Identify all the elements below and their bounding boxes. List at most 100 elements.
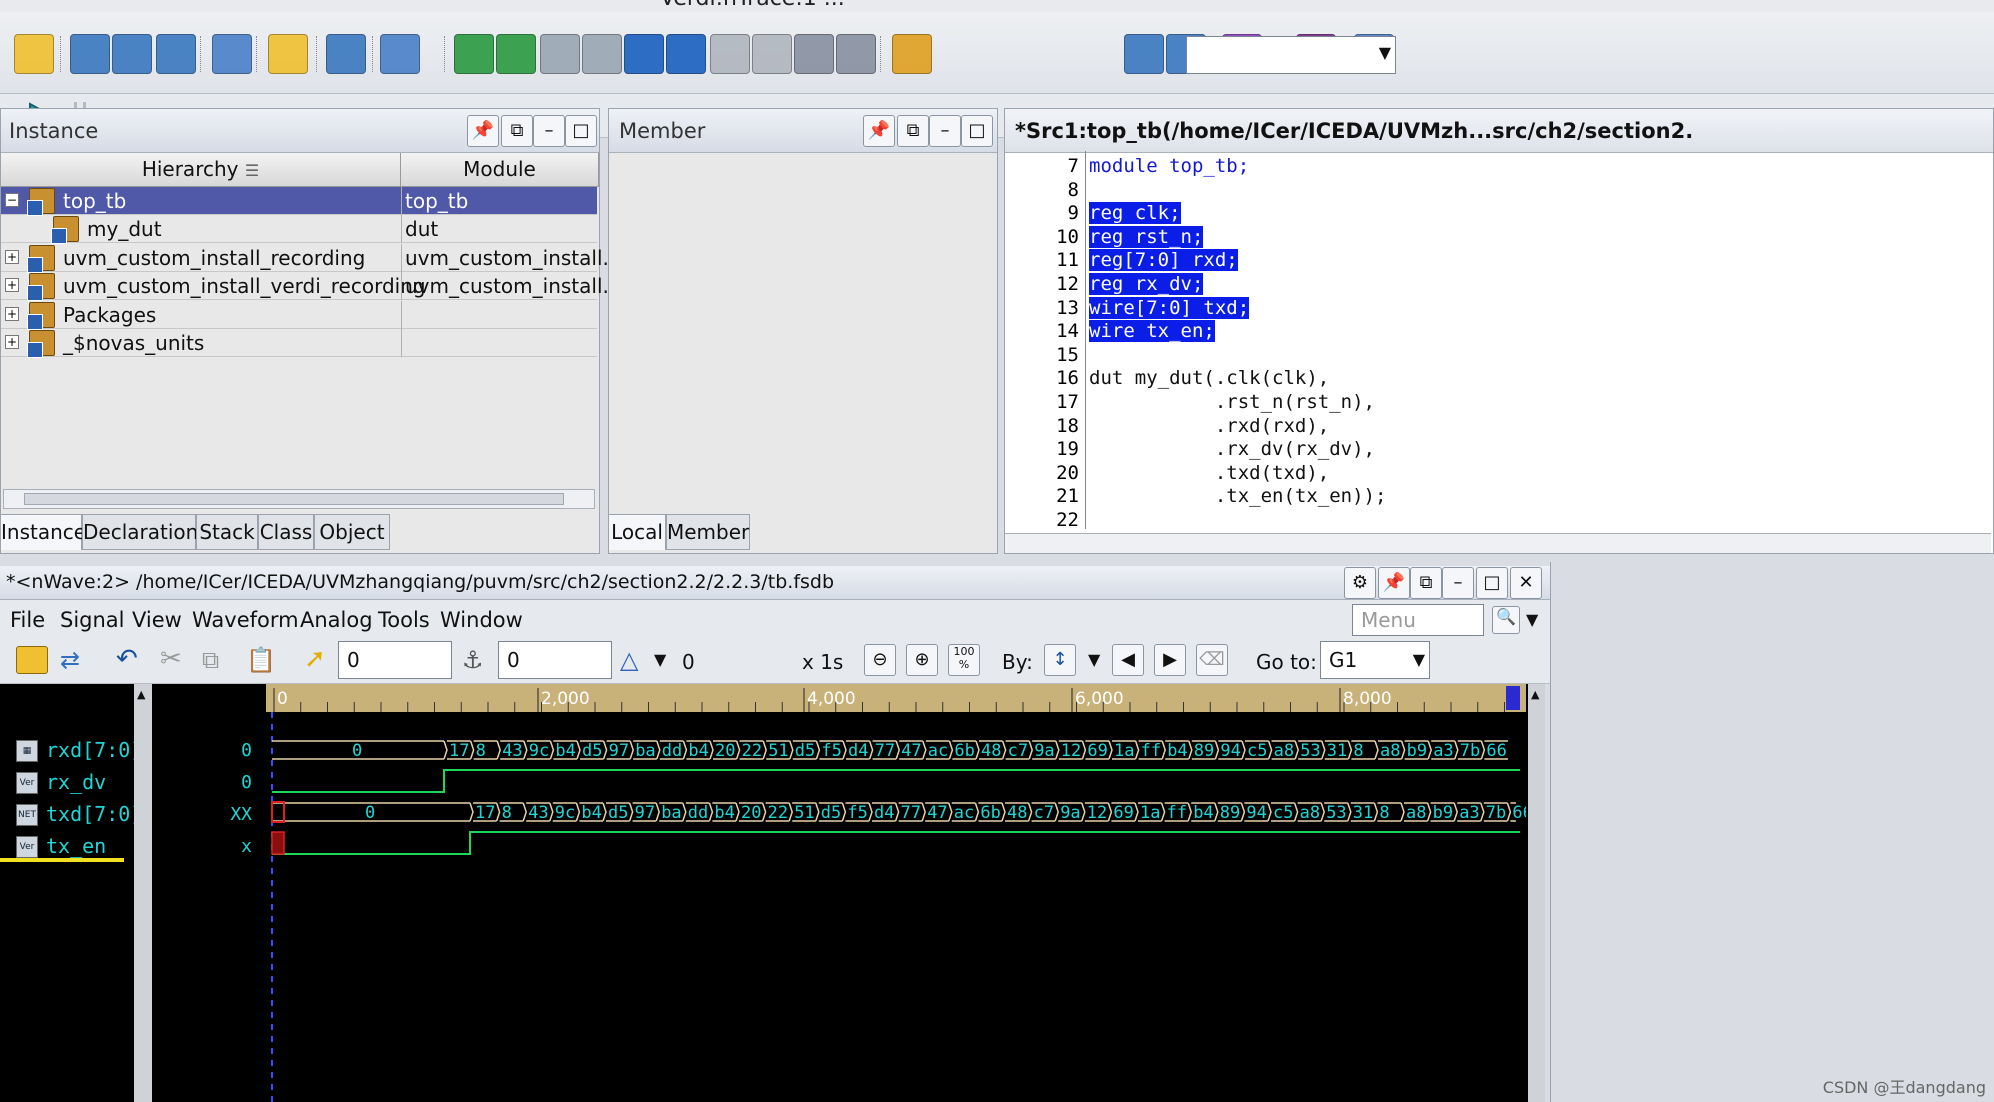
forward-icon[interactable] [582, 34, 622, 74]
search-by-icon[interactable]: ↕ [1044, 644, 1076, 676]
chevron-down-icon[interactable]: ▼ [1379, 43, 1391, 62]
chevron-down-icon[interactable]: ▼ [654, 650, 666, 669]
signal-name[interactable]: rx_dv [46, 770, 106, 794]
menu-window[interactable]: Window [440, 608, 523, 632]
tab-local[interactable]: Local [608, 514, 666, 550]
chevron-down-icon[interactable]: ▼ [1088, 650, 1100, 669]
signal-scrollbar[interactable]: ▲ [134, 684, 152, 1102]
pin-icon[interactable]: 📌 [467, 115, 499, 147]
document-icon[interactable] [380, 34, 420, 74]
expand-toggle-icon[interactable]: + [5, 335, 19, 349]
driver-d-icon[interactable] [624, 34, 664, 74]
menu-file[interactable]: File [10, 608, 45, 632]
source-code-view[interactable]: 7 module top_tb; 8 9 reg clk; 10 reg rst_n; 11 r… [1005, 151, 1991, 531]
down-icon[interactable] [752, 34, 792, 74]
expand-toggle-icon[interactable]: + [5, 306, 19, 321]
undock-icon[interactable]: ⧉ [501, 115, 533, 147]
scroll-up-icon[interactable]: ▲ [1531, 688, 1539, 701]
signal-name[interactable]: tx_en [46, 834, 106, 858]
undock-icon[interactable]: ⧉ [897, 115, 929, 147]
hierarchy-row[interactable]: − top_tb top_tb [1, 187, 597, 216]
column-header-hierarchy[interactable]: Hierarchy ☰ [1, 153, 401, 187]
chevron-down-icon[interactable]: ▼ [1413, 650, 1425, 669]
expand-toggle-icon[interactable]: + [5, 249, 19, 264]
waveform-canvas[interactable]: 0 2,000 4,000 6,000 8,000 0 17 8 43 9c b4 d5 97 ba dd b… [266, 684, 1586, 1102]
trace-driver-icon[interactable] [496, 34, 536, 74]
paste-icon[interactable]: 📋 [246, 646, 276, 674]
push-icon[interactable] [794, 34, 834, 74]
hierarchy-row[interactable]: + uvm_custom_install_verdi_recording uvm_c… [1, 272, 622, 302]
tab-class[interactable]: Class [258, 514, 314, 550]
marker-time-input[interactable]: 0 [498, 641, 612, 679]
minimize-icon[interactable]: – [1442, 567, 1474, 599]
edit-icon[interactable] [326, 34, 366, 74]
schematic-icon[interactable] [112, 34, 152, 74]
menu-view[interactable]: View [132, 608, 182, 632]
search-icon[interactable] [1124, 34, 1164, 74]
cursor-pointer-icon[interactable]: ➚ [304, 644, 326, 674]
bookmark-icon[interactable] [892, 34, 932, 74]
hierarchy-row[interactable]: my_dut dut [1, 215, 597, 245]
waveform-view[interactable]: ▦ rxd[7:0] Ver rx_dv NET txd[7:0] Ver tx_en ▲ 0… [0, 684, 1586, 1102]
pop-icon[interactable] [836, 34, 876, 74]
load-l-icon[interactable] [666, 34, 706, 74]
reload-icon[interactable]: ⇄ [60, 646, 80, 674]
menu-search-input[interactable]: Menu [1352, 604, 1484, 636]
maximize-icon[interactable]: □ [1476, 567, 1508, 599]
zoom-out-icon[interactable]: ⊖ [864, 644, 896, 676]
menu-signal[interactable]: Signal [60, 608, 125, 632]
undo-icon[interactable]: ↶ [116, 644, 138, 674]
next-icon[interactable]: ▶ [1154, 644, 1186, 676]
horizontal-scrollbar[interactable] [3, 489, 595, 509]
expand-toggle-icon[interactable]: − [5, 193, 19, 207]
clear-icon[interactable]: ⌫ [1196, 644, 1228, 676]
trace-load-icon[interactable] [454, 34, 494, 74]
scroll-up-icon[interactable]: ▲ [137, 688, 145, 701]
signal-name[interactable]: txd[7:0] [46, 802, 142, 826]
tab-stack[interactable]: Stack [196, 514, 258, 550]
goto-select[interactable]: G1 ▼ [1320, 641, 1430, 679]
prev-icon[interactable]: ◀ [1112, 644, 1144, 676]
maximize-icon[interactable]: □ [961, 115, 993, 147]
maximize-icon[interactable]: □ [565, 115, 597, 147]
hierarchy-row[interactable]: + uvm_custom_install_recording uvm_custom_… [1, 243, 622, 273]
menu-tools[interactable]: Tools [378, 608, 430, 632]
search-combo[interactable]: ▼ [1186, 36, 1396, 74]
cut-icon[interactable]: ✂ [160, 644, 182, 674]
source-horizontal-scrollbar[interactable] [1005, 533, 1991, 553]
zoom-in-icon[interactable]: ⊕ [906, 644, 938, 676]
settings-icon[interactable]: ⚙ [1344, 567, 1376, 599]
copy-icon[interactable]: ⧉ [202, 646, 219, 674]
hierarchy-icon[interactable] [156, 34, 196, 74]
scrollbar-thumb[interactable] [24, 493, 564, 505]
pin-icon[interactable]: 📌 [1378, 567, 1410, 599]
up-icon[interactable] [710, 34, 750, 74]
cursor-time-input[interactable]: 0 [338, 641, 452, 679]
hierarchy-row[interactable]: + _$novas_units [1, 329, 597, 358]
zoom-fit-icon[interactable]: 100 % [948, 644, 980, 676]
window-icon[interactable] [212, 34, 252, 74]
signal-name[interactable]: rxd[7:0] [46, 738, 142, 762]
open-folder-icon[interactable] [16, 646, 48, 674]
marker-icon[interactable]: ⚓ [462, 646, 484, 674]
tab-declaration[interactable]: Declaration [82, 514, 198, 550]
pin-icon[interactable]: 📌 [863, 115, 895, 147]
minimize-icon[interactable]: – [533, 115, 565, 147]
tab-member[interactable]: Member [666, 514, 750, 550]
folder-icon[interactable] [268, 34, 308, 74]
menu-waveform[interactable]: Waveform [192, 608, 299, 632]
open-folder-icon[interactable] [14, 34, 54, 74]
tab-object[interactable]: Object [314, 514, 390, 550]
wave-vertical-scrollbar[interactable]: ▲ [1528, 684, 1545, 1102]
back-icon[interactable] [540, 34, 580, 74]
close-icon[interactable]: ✕ [1510, 567, 1542, 599]
menu-analog[interactable]: Analog [300, 608, 373, 632]
waveform-icon[interactable] [70, 34, 110, 74]
expand-toggle-icon[interactable]: + [5, 278, 19, 293]
undock-icon[interactable]: ⧉ [1410, 567, 1442, 599]
hierarchy-row[interactable]: + Packages [1, 300, 597, 330]
search-icon[interactable]: 🔍 [1492, 606, 1520, 634]
minimize-icon[interactable]: – [929, 115, 961, 147]
column-header-module[interactable]: Module [401, 153, 599, 187]
tab-instance[interactable]: Instance [0, 514, 86, 550]
